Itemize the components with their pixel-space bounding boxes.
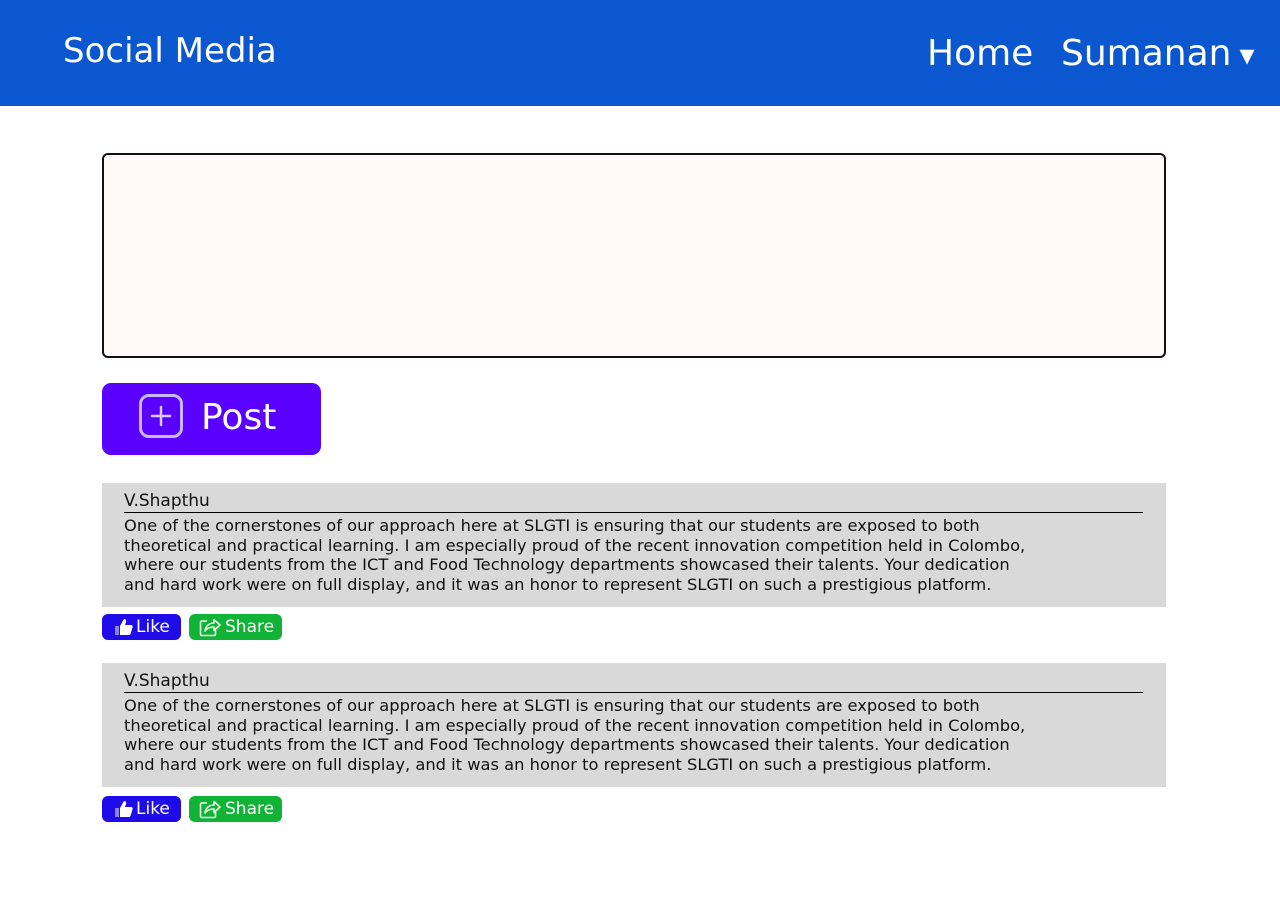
post-composer-input[interactable] xyxy=(102,153,1166,358)
post-author[interactable]: V.Shapthu xyxy=(124,491,1143,513)
post-button[interactable]: Post xyxy=(102,383,321,455)
nav-home-link[interactable]: Home xyxy=(927,32,1033,76)
user-menu[interactable]: Sumanan ▾ xyxy=(1061,32,1255,78)
post-button-label: Post xyxy=(201,397,277,438)
post-body-line: where our students from the ICT and Food… xyxy=(124,735,1010,754)
post-card: V.Shapthu One of the cornerstones of our… xyxy=(102,483,1166,607)
share-icon xyxy=(199,617,221,642)
post-body-line: One of the cornerstones of our approach … xyxy=(124,516,980,535)
post-card: V.Shapthu One of the cornerstones of our… xyxy=(102,663,1166,787)
brand-title[interactable]: Social Media xyxy=(63,30,277,72)
share-button[interactable]: Share xyxy=(189,614,282,640)
post-body-line: and hard work were on full display, and … xyxy=(124,574,992,594)
thumbs-up-icon xyxy=(114,799,134,824)
share-icon xyxy=(199,799,221,824)
post-author[interactable]: V.Shapthu xyxy=(124,671,1143,693)
post-body-line: One of the cornerstones of our approach … xyxy=(124,696,980,715)
post-body: One of the cornerstones of our approach … xyxy=(124,516,1054,594)
like-button[interactable]: Like xyxy=(102,614,181,640)
chevron-down-icon: ▾ xyxy=(1239,38,1255,73)
share-button[interactable]: Share xyxy=(189,796,282,822)
user-name: Sumanan xyxy=(1061,33,1232,74)
share-label: Share xyxy=(225,617,275,637)
post-body-line: where our students from the ICT and Food… xyxy=(124,555,1010,574)
share-label: Share xyxy=(225,799,275,819)
like-button[interactable]: Like xyxy=(102,796,181,822)
thumbs-up-icon xyxy=(114,617,134,642)
like-label: Like xyxy=(136,799,170,819)
post-body-line: theoretical and practical learning. I am… xyxy=(124,535,1026,555)
post-body: One of the cornerstones of our approach … xyxy=(124,696,1054,774)
like-label: Like xyxy=(136,617,170,637)
plus-square-icon xyxy=(139,394,183,438)
top-navbar: Social Media Home Sumanan ▾ xyxy=(0,0,1280,106)
post-body-line: and hard work were on full display, and … xyxy=(124,754,992,774)
post-body-line: theoretical and practical learning. I am… xyxy=(124,715,1026,735)
